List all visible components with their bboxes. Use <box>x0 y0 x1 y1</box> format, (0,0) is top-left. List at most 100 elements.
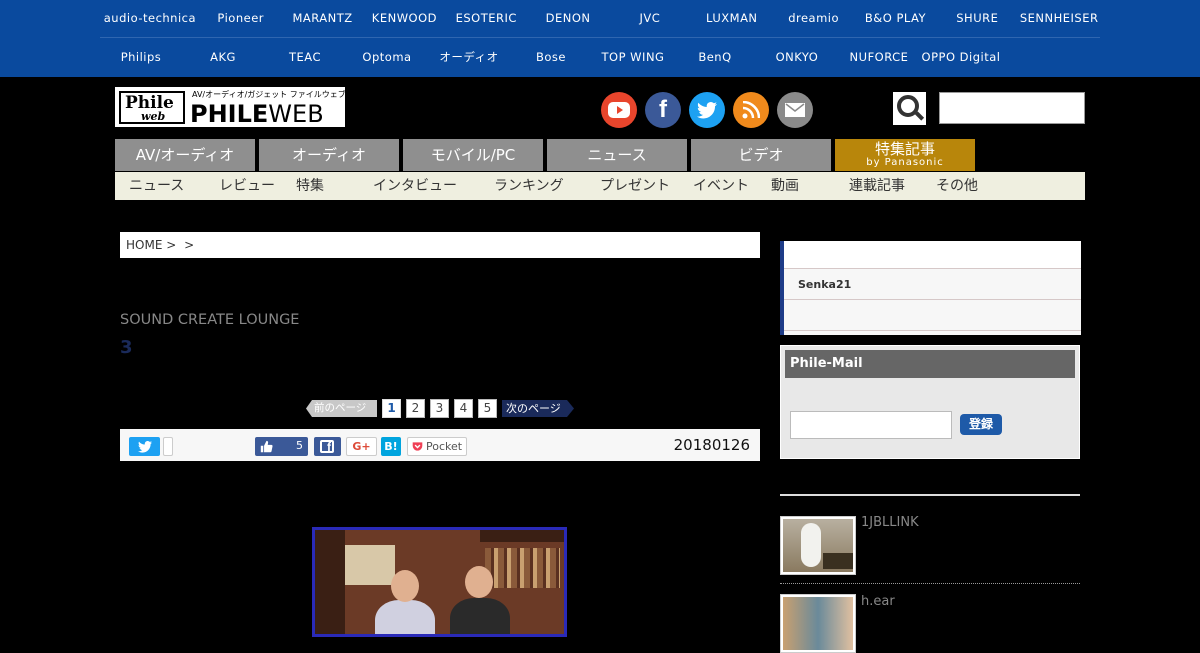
pocket-button[interactable]: Pocket <box>407 437 467 456</box>
subnav-item[interactable]: イベント <box>693 172 771 200</box>
brand-link[interactable]: NUFORCE <box>838 39 920 77</box>
facebook-share-button[interactable]: f <box>314 437 341 456</box>
facebook-icon[interactable]: f <box>645 92 681 128</box>
brand-row-2: Philips AKG TEAC Optoma オーディオ Bose TOP W… <box>100 39 1100 77</box>
page-number[interactable]: 1 <box>382 399 401 418</box>
like-button[interactable]: 5 <box>255 437 308 456</box>
main-nav: AV/オーディオ オーディオ モバイル/PC ニュース ビデオ 特集記事 by … <box>115 139 1085 171</box>
search-input[interactable] <box>939 92 1085 124</box>
share-bar: 5 f G+ B! Pocket 20180126 <box>120 429 760 461</box>
news-title[interactable]: h.ear <box>861 594 895 609</box>
brand-row-1: audio-technica Pioneer MARANTZ KENWOOD E… <box>100 0 1100 38</box>
sidebar-list-item[interactable] <box>784 300 1081 331</box>
newsletter-email-input[interactable] <box>790 411 952 439</box>
brand-link[interactable]: DENON <box>527 0 609 37</box>
news-thumbnail <box>780 516 856 575</box>
newsletter-register-button[interactable]: 登録 <box>960 414 1002 435</box>
nav-tab-mobile-pc[interactable]: モバイル/PC <box>403 139 543 171</box>
sidebar-list-item[interactable]: Senka21 <box>784 269 1081 300</box>
photo-shelf <box>315 530 345 634</box>
mail-icon[interactable] <box>777 92 813 128</box>
page-number[interactable]: 3 <box>430 399 449 418</box>
news-thumbnail <box>780 594 856 653</box>
page-number[interactable]: 2 <box>406 399 425 418</box>
brand-link[interactable]: Bose <box>510 39 592 77</box>
nav-tab-audio[interactable]: オーディオ <box>259 139 399 171</box>
brand-link[interactable]: オーディオ <box>428 39 510 77</box>
subnav-item[interactable]: ランキング <box>494 172 600 200</box>
brand-link[interactable]: TEAC <box>264 39 346 77</box>
tweet-count <box>163 437 173 456</box>
subnav-item[interactable]: インタビュー <box>373 172 494 200</box>
brand-link[interactable]: BenQ <box>674 39 756 77</box>
photo-person <box>375 600 435 634</box>
logo-sub: web <box>141 110 166 123</box>
tweet-button[interactable] <box>129 437 160 456</box>
news-divider <box>780 583 1080 584</box>
subnav-item[interactable]: 特集 <box>296 172 373 200</box>
photo-person <box>450 598 510 634</box>
next-page-button[interactable]: 次のページ <box>502 400 574 417</box>
brand-link[interactable]: OPPO Digital <box>920 39 1002 77</box>
prev-page-button[interactable]: 前のページ <box>306 400 377 417</box>
like-count: 5 <box>296 439 303 452</box>
subnav-item[interactable]: ニュース <box>129 172 219 200</box>
page-number[interactable]: 4 <box>454 399 473 418</box>
article-photo <box>312 527 567 637</box>
sidebar-list: Senka21 <box>780 241 1081 335</box>
brand-link[interactable]: SHURE <box>936 0 1018 37</box>
brand-link[interactable]: MARANTZ <box>282 0 364 37</box>
brand-link[interactable]: AKG <box>182 39 264 77</box>
subnav-item[interactable]: その他 <box>936 172 1006 200</box>
article-date: 20180126 <box>673 436 750 454</box>
sidebar-divider <box>780 494 1080 496</box>
logo-badge: Phile web <box>119 91 185 124</box>
brand-link[interactable]: TOP WING <box>592 39 674 77</box>
brand-link[interactable]: B&O PLAY <box>855 0 937 37</box>
logo-word-bold: PHILE <box>190 100 269 128</box>
nav-tab-av[interactable]: AV/オーディオ <box>115 139 255 171</box>
brand-link[interactable]: ONKYO <box>756 39 838 77</box>
brand-link[interactable]: Optoma <box>346 39 428 77</box>
facebook-icon: f <box>320 440 334 453</box>
brand-link[interactable]: SENNHEISER <box>1018 0 1100 37</box>
brand-link[interactable]: dreamio <box>773 0 855 37</box>
logo-tagline: AV/オーディオ/ガジェット ファイルウェブ <box>192 90 346 99</box>
subnav-item[interactable]: 動画 <box>771 172 849 200</box>
photo-shelf <box>480 530 564 542</box>
twitter-icon[interactable] <box>689 92 725 128</box>
pocket-icon <box>412 442 423 451</box>
pocket-label: Pocket <box>426 440 463 453</box>
breadcrumb-separator: > <box>184 238 195 252</box>
nav-tab-video[interactable]: ビデオ <box>691 139 831 171</box>
brand-link[interactable]: LUXMAN <box>691 0 773 37</box>
logo-wordmark: PHILEWEB <box>190 100 324 128</box>
brand-link[interactable]: Pioneer <box>200 0 282 37</box>
breadcrumb-home[interactable]: HOME <box>126 238 162 252</box>
search-icon-handle <box>914 111 925 121</box>
rss-icon[interactable] <box>733 92 769 128</box>
site-logo[interactable]: Phile web AV/オーディオ/ガジェット ファイルウェブ PHILEWE… <box>115 87 346 128</box>
brand-link[interactable]: KENWOOD <box>363 0 445 37</box>
search-icon[interactable] <box>893 92 926 125</box>
subnav-item[interactable]: レビュー <box>219 172 296 200</box>
sidebar-list-item[interactable] <box>784 241 1081 269</box>
youtube-icon[interactable] <box>601 92 637 128</box>
nav-tab-special[interactable]: 特集記事 by Panasonic <box>835 139 975 171</box>
breadcrumb: HOME > > <box>120 232 760 258</box>
subnav-item[interactable]: プレゼント <box>600 172 693 200</box>
brand-link[interactable]: Philips <box>100 39 182 77</box>
news-title[interactable]: 1JBLLINK <box>861 515 919 530</box>
nav-tab-news[interactable]: ニュース <box>547 139 687 171</box>
gplus-button[interactable]: G+ <box>346 437 377 456</box>
nav-tab-special-label: 特集記事 <box>874 140 935 158</box>
breadcrumb-separator: > <box>166 238 177 252</box>
pagination: 前のページ 1 2 3 4 5 次のページ <box>306 399 574 418</box>
brand-link[interactable]: audio-technica <box>100 0 200 37</box>
subnav-item[interactable]: 連載記事 <box>849 172 936 200</box>
brand-link[interactable]: ESOTERIC <box>445 0 527 37</box>
brand-link[interactable]: JVC <box>609 0 691 37</box>
hatena-button[interactable]: B! <box>381 437 401 456</box>
page-number[interactable]: 5 <box>478 399 497 418</box>
nav-tab-special-sub: by Panasonic <box>866 157 944 168</box>
